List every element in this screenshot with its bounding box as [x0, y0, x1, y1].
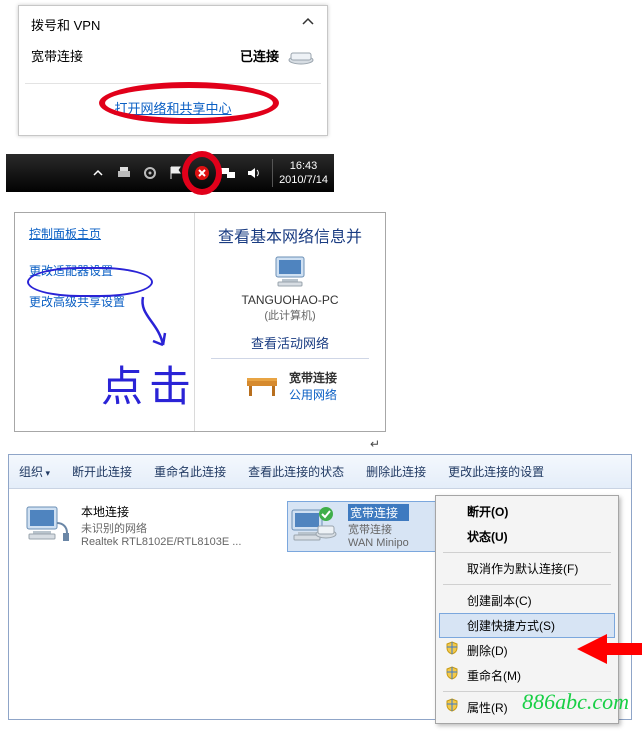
tray-time: 16:43 — [279, 159, 328, 173]
network-info-heading: 查看基本网络信息并 — [201, 223, 379, 247]
shield-icon — [445, 698, 459, 712]
broadband-connection-sub1: 宽带连接 — [348, 521, 409, 537]
control-panel-home-link[interactable]: 控制面板主页 — [29, 227, 101, 241]
tray-antivirus-icon[interactable] — [194, 165, 210, 181]
broadband-connection-title: 宽带连接 — [348, 504, 409, 521]
broadband-connection-item[interactable]: 宽带连接 宽带连接 WAN Minipo — [287, 501, 437, 552]
active-network-name: 宽带连接 — [289, 369, 337, 386]
menu-unset-default[interactable]: 取消作为默认连接(F) — [439, 556, 615, 581]
dialup-vpn-label: 拨号和 VPN — [31, 15, 100, 34]
tray-printer-icon[interactable] — [116, 165, 132, 181]
active-network-row[interactable]: 宽带连接 公用网络 — [201, 369, 379, 403]
modem-icon — [287, 47, 315, 65]
menu-disconnect[interactable]: 断开(O) — [439, 499, 615, 524]
shield-icon — [445, 666, 459, 680]
pc-sublabel: (此计算机) — [201, 307, 379, 323]
menu-create-shortcut[interactable]: 创建快捷方式(S) — [439, 613, 615, 638]
tray-network-icon[interactable] — [220, 165, 236, 181]
local-connection-title: 本地连接 — [81, 503, 241, 520]
wan-adapter-icon — [290, 504, 338, 548]
toolbar-rename[interactable]: 重命名此连接 — [154, 463, 226, 480]
connection-name: 宽带连接 — [31, 46, 83, 65]
tray-clock[interactable]: 16:43 2010/7/14 — [272, 159, 328, 187]
toolbar-organize[interactable]: 组织 — [19, 463, 50, 480]
network-sharing-center: 控制面板主页 更改适配器设置 更改高级共享设置 查看基本网络信息并 TANGUO… — [14, 212, 386, 432]
tray-flag-icon[interactable] — [168, 165, 184, 181]
pc-name: TANGUOHAO-PC — [201, 293, 379, 307]
shield-icon — [445, 641, 459, 655]
toolbar-disconnect[interactable]: 断开此连接 — [72, 463, 132, 480]
network-type-link[interactable]: 公用网络 — [289, 386, 337, 403]
tray-chevron-icon[interactable] — [90, 165, 106, 181]
menu-status[interactable]: 状态(U) — [439, 524, 615, 549]
tray-volume-icon[interactable] — [246, 165, 262, 181]
local-connection-sub1: 未识别的网络 — [81, 520, 241, 536]
menu-delete[interactable]: 删除(D) — [439, 638, 615, 663]
system-tray: 16:43 2010/7/14 — [6, 154, 334, 192]
local-connection-sub2: Realtek RTL8102E/RTL8103E ... — [81, 536, 241, 548]
broadband-connection-row[interactable]: 宽带连接 已连接 — [19, 44, 327, 83]
tray-date: 2010/7/14 — [279, 173, 328, 187]
menu-properties[interactable]: 属性(R) — [439, 695, 615, 720]
annotation-red-oval — [99, 82, 279, 124]
active-networks-heading: 查看活动网络 — [201, 333, 379, 352]
change-sharing-settings-link[interactable]: 更改高级共享设置 — [29, 293, 186, 310]
chevron-up-icon[interactable] — [301, 15, 315, 29]
menu-create-copy[interactable]: 创建副本(C) — [439, 588, 615, 613]
context-menu: 断开(O) 状态(U) 取消作为默认连接(F) 创建副本(C) 创建快捷方式(S… — [435, 495, 619, 724]
cursor-marker: ↵ — [370, 437, 380, 451]
broadband-connection-sub2: WAN Minipo — [348, 537, 409, 549]
network-flyout: 拨号和 VPN 宽带连接 已连接 打开网络和共享中心 — [18, 5, 328, 136]
computer-icon — [270, 255, 310, 289]
local-connection-item[interactable]: 本地连接 未识别的网络 Realtek RTL8102E/RTL8103E ..… — [23, 503, 241, 548]
change-adapter-settings-link[interactable]: 更改适配器设置 — [29, 262, 186, 279]
connection-status: 已连接 — [240, 46, 279, 65]
toolbar-view-status[interactable]: 查看此连接的状态 — [248, 463, 344, 480]
bench-icon — [243, 371, 281, 401]
lan-adapter-icon — [23, 503, 71, 547]
toolbar: 组织 断开此连接 重命名此连接 查看此连接的状态 删除此连接 更改此连接的设置 — [9, 455, 631, 489]
menu-rename[interactable]: 重命名(M) — [439, 663, 615, 688]
toolbar-delete[interactable]: 删除此连接 — [366, 463, 426, 480]
tray-settings-icon[interactable] — [142, 165, 158, 181]
network-connections-window: 组织 断开此连接 重命名此连接 查看此连接的状态 删除此连接 更改此连接的设置 … — [8, 454, 632, 720]
toolbar-change-settings[interactable]: 更改此连接的设置 — [448, 463, 544, 480]
